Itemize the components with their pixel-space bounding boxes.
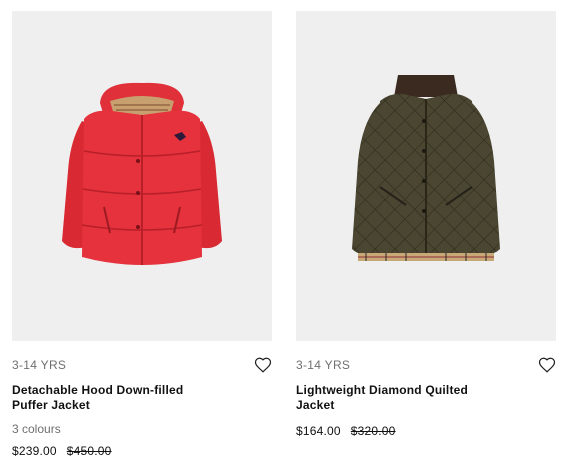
product-image[interactable]	[296, 11, 556, 341]
product-price: $239.00 $450.00	[12, 443, 272, 459]
product-title-line[interactable]: Puffer Jacket	[12, 398, 212, 413]
heart-icon[interactable]	[254, 356, 272, 374]
sale-price: $164.00	[296, 424, 341, 438]
product-title[interactable]: Detachable Hood Down-filled Puffer Jacke…	[12, 383, 212, 413]
original-price: $320.00	[350, 424, 396, 438]
product-card[interactable]: 3-14 YRS Detachable Hood Down-filled Puf…	[12, 11, 272, 459]
product-title[interactable]: Lightweight Diamond Quilted Jacket	[296, 383, 496, 413]
heart-icon[interactable]	[538, 356, 556, 374]
product-age-range: 3-14 YRS	[12, 358, 67, 372]
product-price: $164.00 $320.00	[296, 423, 556, 439]
product-age-range: 3-14 YRS	[296, 358, 351, 372]
product-image[interactable]	[12, 11, 272, 341]
product-title-line[interactable]: Detachable Hood Down-filled	[12, 383, 212, 398]
olive-quilted-jacket-image	[352, 75, 500, 261]
product-title-line[interactable]: Jacket	[296, 398, 496, 413]
product-title-line[interactable]: Lightweight Diamond Quilted	[296, 383, 496, 398]
product-card[interactable]: 3-14 YRS Lightweight Diamond Quilted Jac…	[296, 11, 556, 439]
original-price: $450.00	[66, 444, 112, 458]
product-colour-count: 3 colours	[12, 422, 61, 436]
red-puffer-jacket-image	[62, 82, 222, 266]
sale-price: $239.00	[12, 444, 57, 458]
product-grid: 3-14 YRS Detachable Hood Down-filled Puf…	[0, 0, 565, 468]
